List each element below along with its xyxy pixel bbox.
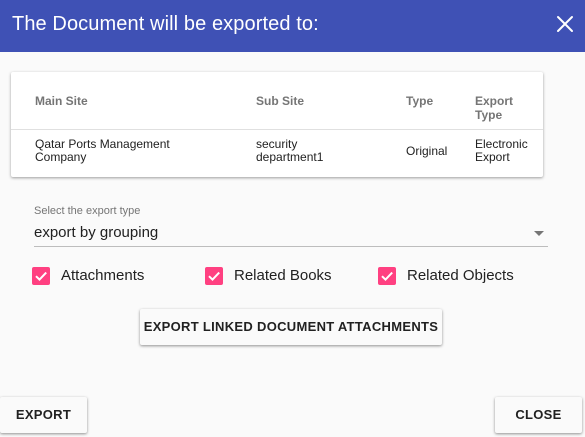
checkmark-icon	[205, 267, 223, 285]
close-button[interactable]: CLOSE	[495, 397, 582, 433]
cell-type: Original	[406, 144, 448, 158]
related-objects-label: Related Objects	[407, 267, 514, 284]
export-type-label: Select the export type	[34, 205, 141, 217]
cell-main-site: Qatar Ports Management Company	[35, 137, 170, 164]
checkmark-icon	[378, 267, 396, 285]
dialog-header: The Document will be exported to:	[0, 0, 585, 52]
destination-table: Main Site Sub Site Type Export Type Qata…	[11, 72, 543, 177]
close-icon[interactable]	[553, 12, 577, 36]
export-type-value: export by grouping	[34, 224, 159, 241]
related-books-checkbox[interactable]: Related Books	[205, 265, 345, 287]
export-type-select[interactable]: export by grouping	[34, 221, 548, 247]
export-button[interactable]: EXPORT	[0, 397, 87, 433]
column-header-type: Type	[406, 94, 434, 108]
column-header-main-site: Main Site	[35, 94, 88, 108]
cell-sub-site: security department1	[256, 137, 324, 164]
attachments-label: Attachments	[61, 267, 145, 284]
column-header-sub-site: Sub Site	[256, 94, 305, 108]
related-objects-checkbox[interactable]: Related Objects	[378, 265, 528, 287]
dropdown-arrow-icon	[534, 231, 544, 236]
column-header-export-type: Export Type	[475, 94, 514, 122]
related-books-label: Related Books	[234, 267, 332, 284]
export-linked-attachments-button[interactable]: EXPORT LINKED DOCUMENT ATTACHMENTS	[140, 309, 442, 345]
cell-export-type: Electronic Export	[475, 137, 528, 164]
attachments-checkbox[interactable]: Attachments	[32, 265, 162, 287]
dialog-title: The Document will be exported to:	[12, 13, 319, 35]
table-divider	[11, 129, 543, 130]
checkmark-icon	[32, 267, 50, 285]
